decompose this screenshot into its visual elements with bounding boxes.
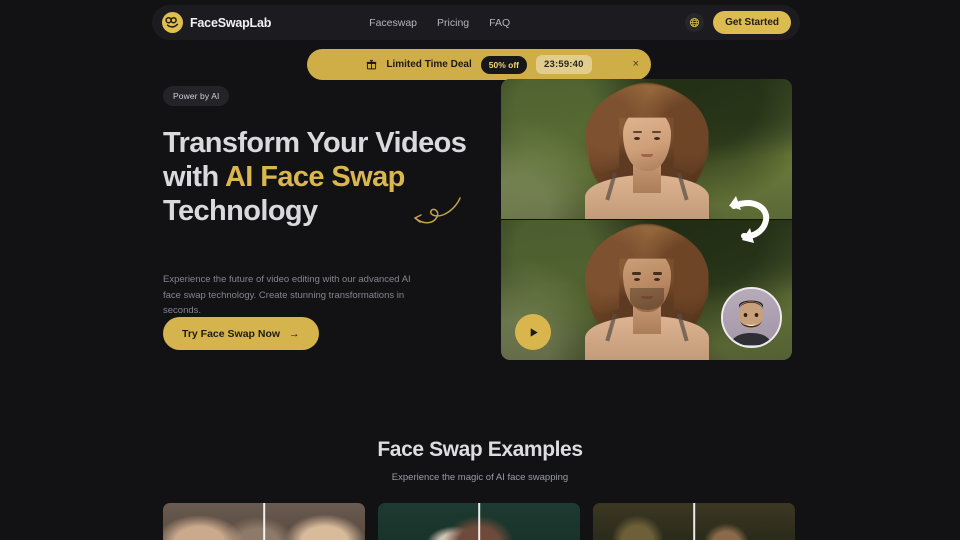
brand-logo[interactable]: FaceSwapLab: [162, 12, 271, 33]
nav-link-faceswap[interactable]: Faceswap: [369, 17, 417, 29]
hero-subtext: Experience the future of video editing w…: [163, 274, 411, 317]
hero-video-preview[interactable]: [501, 79, 792, 360]
example-card-2[interactable]: [378, 503, 580, 540]
swapped-person: [567, 220, 727, 360]
promo-discount-badge: 50% off: [480, 55, 527, 74]
headline-accent: AI Face Swap: [224, 161, 405, 194]
examples-title: Face Swap Examples: [377, 438, 583, 461]
hero-content: Power by AI Transform Your Videos with A…: [163, 86, 483, 350]
before-after-divider: [263, 503, 265, 540]
example-card-1[interactable]: [163, 503, 365, 540]
promo-label: Limited Time Deal: [386, 59, 472, 70]
navbar: FaceSwapLab Faceswap Pricing FAQ Get Sta…: [152, 5, 800, 40]
try-face-swap-label: Try Face Swap Now: [182, 327, 281, 340]
before-after-divider: [478, 503, 480, 540]
try-face-swap-button[interactable]: Try Face Swap Now →: [163, 317, 319, 350]
swap-arrows-icon: [729, 195, 770, 243]
source-face-avatar[interactable]: [721, 287, 782, 348]
examples-card-grid: [163, 503, 797, 540]
headline-part-2: Technology: [163, 195, 318, 228]
nav-link-pricing[interactable]: Pricing: [437, 17, 469, 29]
landing-page: FaceSwapLab Faceswap Pricing FAQ Get Sta…: [0, 0, 960, 540]
examples-subtitle: Experience the magic of AI face swapping: [391, 472, 569, 483]
promo-countdown-timer: 23:59:40: [536, 55, 592, 74]
play-icon[interactable]: [515, 314, 551, 350]
gift-icon: [367, 59, 377, 70]
close-icon[interactable]: ×: [631, 57, 641, 72]
nav-link-faq[interactable]: FAQ: [489, 17, 510, 29]
nav-links: Faceswap Pricing FAQ: [369, 17, 510, 29]
arrow-right-icon: →: [289, 327, 300, 340]
power-by-ai-badge: Power by AI: [163, 86, 230, 106]
before-after-divider: [693, 503, 695, 540]
nav-actions: Get Started: [685, 11, 791, 34]
promo-banner: Limited Time Deal 50% off 23:59:40 ×: [307, 49, 651, 80]
get-started-button[interactable]: Get Started: [713, 11, 791, 34]
globe-icon[interactable]: [685, 13, 705, 32]
brand-name: FaceSwapLab: [190, 15, 272, 30]
example-card-3[interactable]: [593, 503, 795, 540]
curly-arrow-decoration-icon: [414, 197, 461, 224]
face-infinity-logo-icon: [162, 12, 183, 33]
avatar: [723, 289, 780, 346]
original-person: [567, 79, 727, 219]
